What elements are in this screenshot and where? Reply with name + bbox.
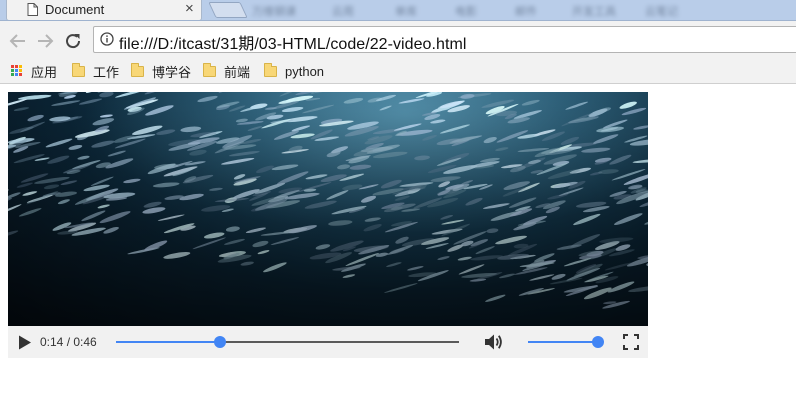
blurred-tab[interactable]: 电影 xyxy=(455,3,477,19)
time-display: 0:14 / 0:46 xyxy=(40,335,97,349)
bookmark-label: 博学谷 xyxy=(152,64,192,80)
bookmark-label: 应用 xyxy=(31,64,58,80)
blurred-tab[interactable]: 云笔记 xyxy=(645,3,678,19)
volume-slider[interactable] xyxy=(528,336,604,348)
tab-title: Document xyxy=(45,2,105,17)
folder-icon xyxy=(203,62,216,77)
page-icon xyxy=(27,3,38,19)
bookmark-apps[interactable]: 应用 xyxy=(11,62,57,80)
play-icon[interactable] xyxy=(18,335,32,353)
bookmark-folder[interactable]: 工作 xyxy=(72,62,119,80)
tab-strip: Document × 万维钢课 云周 单库 电影 邮件 开发工具 云笔记 xyxy=(0,0,796,21)
video-player[interactable]: 0:14 / 0:46 xyxy=(8,92,648,358)
fish-school-image xyxy=(8,92,648,326)
address-bar[interactable]: file:///D:/itcast/31期/03-HTML/code/22-vi… xyxy=(93,26,796,53)
bookmark-label: 前端 xyxy=(224,64,251,80)
folder-icon xyxy=(131,62,144,77)
video-controls: 0:14 / 0:46 xyxy=(8,326,648,358)
back-arrow-icon[interactable] xyxy=(7,30,29,52)
tab-document[interactable]: Document × xyxy=(6,0,202,20)
blurred-tab[interactable]: 单库 xyxy=(395,3,417,19)
reload-icon[interactable] xyxy=(62,30,84,52)
forward-arrow-icon[interactable] xyxy=(34,30,56,52)
blurred-tab[interactable]: 云周 xyxy=(332,3,354,19)
bookmark-folder[interactable]: 前端 xyxy=(203,62,250,80)
fullscreen-icon[interactable] xyxy=(623,334,639,353)
blurred-tab[interactable]: 万维钢课 xyxy=(252,3,296,19)
bookmarks-bar: 应用 工作 博学谷 前端 python xyxy=(0,59,796,84)
seek-progress xyxy=(116,341,221,343)
volume-handle[interactable] xyxy=(592,336,604,348)
folder-icon xyxy=(264,62,277,77)
blurred-tab[interactable]: 邮件 xyxy=(515,3,537,19)
volume-icon[interactable] xyxy=(483,332,505,355)
seek-handle[interactable] xyxy=(214,336,227,348)
volume-level xyxy=(528,341,598,343)
blurred-tab[interactable]: 开发工具 xyxy=(572,3,616,19)
tab-close-icon[interactable]: × xyxy=(185,1,194,17)
info-icon[interactable] xyxy=(100,32,114,49)
new-tab-button[interactable] xyxy=(208,2,248,18)
bookmark-label: python xyxy=(285,63,325,79)
folder-icon xyxy=(72,62,85,77)
apps-grid-icon xyxy=(11,65,23,77)
bookmark-folder[interactable]: python xyxy=(264,62,324,80)
bookmark-label: 工作 xyxy=(93,64,120,80)
bookmark-folder[interactable]: 博学谷 xyxy=(131,62,191,80)
url-text[interactable]: file:///D:/itcast/31期/03-HTML/code/22-vi… xyxy=(119,30,466,54)
video-frame[interactable] xyxy=(8,92,648,326)
seek-bar[interactable] xyxy=(116,336,459,348)
browser-toolbar: file:///D:/itcast/31期/03-HTML/code/22-vi… xyxy=(0,21,796,59)
